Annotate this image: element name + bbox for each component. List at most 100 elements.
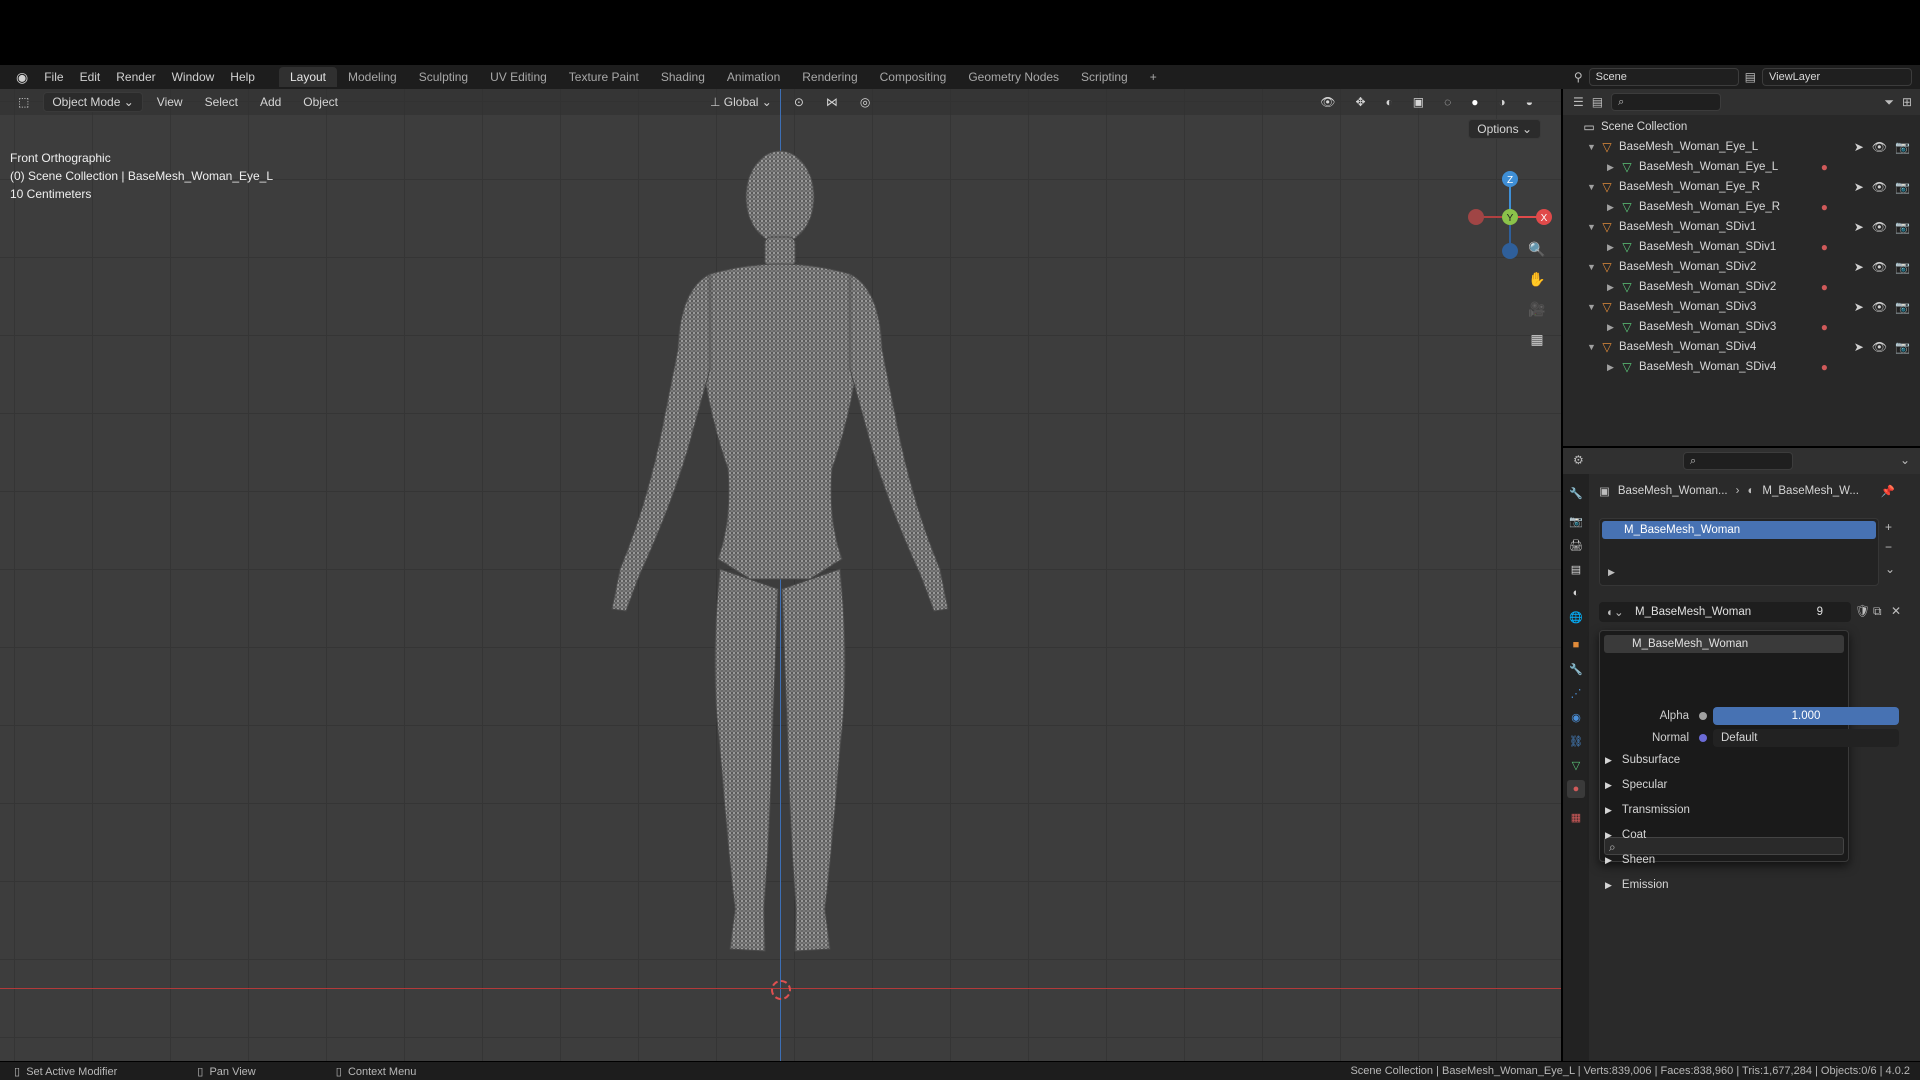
expand-arrow-icon[interactable]: ▶ bbox=[1607, 362, 1619, 373]
tab-scripting[interactable]: Scripting bbox=[1070, 67, 1139, 87]
camera-render-icon[interactable]: 📷 bbox=[1895, 180, 1910, 194]
material-shading-icon[interactable]: ◑ bbox=[1491, 92, 1514, 112]
overlay-toggle-icon[interactable]: ◐ bbox=[1378, 92, 1401, 112]
material-icon[interactable]: ● bbox=[1821, 200, 1828, 214]
material-datablock[interactable]: ◐⌄ M_BaseMesh_Woman 9 bbox=[1599, 602, 1851, 622]
modifier-tab-icon[interactable]: 🔧 bbox=[1567, 660, 1585, 678]
proportional-edit-icon[interactable]: ◎ bbox=[852, 92, 878, 112]
expand-arrow-icon[interactable]: ▶ bbox=[1607, 322, 1619, 333]
grid-view-icon[interactable]: ▦ bbox=[1525, 327, 1549, 351]
camera-render-icon[interactable]: 📷 bbox=[1895, 300, 1910, 314]
camera-render-icon[interactable]: 📷 bbox=[1895, 340, 1910, 354]
fake-user-icon[interactable]: 🛡 bbox=[1855, 604, 1870, 618]
outliner-object-row[interactable]: ▼ ▽ BaseMesh_Woman_Eye_L ➤ 👁 📷 bbox=[1563, 137, 1920, 157]
tab-sculpting[interactable]: Sculpting bbox=[408, 67, 479, 87]
slot-menu-icon[interactable]: ⌄ bbox=[1885, 562, 1895, 576]
blender-logo-icon[interactable]: ◉ bbox=[8, 69, 36, 86]
tab-texture-paint[interactable]: Texture Paint bbox=[558, 67, 650, 87]
material-icon[interactable]: ● bbox=[1821, 280, 1828, 294]
tab-uv-editing[interactable]: UV Editing bbox=[479, 67, 558, 87]
gizmo-toggle-icon[interactable]: ✥ bbox=[1347, 92, 1373, 112]
scene-collection-row[interactable]: ▭ Scene Collection bbox=[1563, 117, 1920, 137]
display-mode-icon[interactable]: ▤ bbox=[1592, 95, 1603, 109]
scene-field[interactable]: Scene bbox=[1588, 68, 1739, 86]
outliner-mesh-row[interactable]: ▶ ▽ BaseMesh_Woman_Eye_L ● bbox=[1563, 157, 1920, 177]
collapse-arrow-icon[interactable]: ▼ bbox=[1587, 142, 1599, 152]
xray-icon[interactable]: ▣ bbox=[1405, 92, 1432, 112]
menu-file[interactable]: File bbox=[36, 70, 71, 84]
camera-render-icon[interactable]: 📷 bbox=[1895, 220, 1910, 234]
mesh-data-tab-icon[interactable]: ▽ bbox=[1567, 756, 1585, 774]
mode-dropdown[interactable]: Object Mode ⌄ bbox=[43, 92, 143, 112]
zoom-icon[interactable]: 🔍 bbox=[1525, 237, 1549, 261]
expand-arrow-icon[interactable]: ▶ bbox=[1607, 242, 1619, 253]
normal-field[interactable]: Default bbox=[1713, 729, 1899, 747]
section-sheen[interactable]: ▶ Sheen bbox=[1605, 854, 1655, 866]
options-dropdown[interactable]: Options ⌄ bbox=[1468, 119, 1541, 139]
visibility-icon[interactable]: 👁 bbox=[1312, 92, 1343, 112]
select-icon[interactable]: ➤ bbox=[1854, 260, 1864, 274]
menu-edit[interactable]: Edit bbox=[72, 70, 109, 84]
alpha-slider[interactable]: 1.000 bbox=[1713, 707, 1899, 725]
eye-icon[interactable]: 👁 bbox=[1872, 220, 1887, 234]
tab-geometry-nodes[interactable]: Geometry Nodes bbox=[957, 67, 1070, 87]
tab-shading[interactable]: Shading bbox=[650, 67, 716, 87]
menu-object[interactable]: Object bbox=[295, 92, 346, 112]
3d-viewport[interactable]: ⬚ Object Mode ⌄ View Select Add Object ⊥… bbox=[0, 89, 1561, 1061]
outliner-mesh-row[interactable]: ▶ ▽ BaseMesh_Woman_Eye_R ● bbox=[1563, 197, 1920, 217]
camera-render-icon[interactable]: 📷 bbox=[1895, 260, 1910, 274]
socket-icon[interactable] bbox=[1699, 734, 1707, 742]
eye-icon[interactable]: 👁 bbox=[1872, 260, 1887, 274]
tab-compositing[interactable]: Compositing bbox=[869, 67, 958, 87]
collapse-arrow-icon[interactable]: ▼ bbox=[1587, 222, 1599, 232]
section-coat[interactable]: ▶ Coat bbox=[1605, 829, 1646, 841]
collapse-arrow-icon[interactable]: ▼ bbox=[1587, 182, 1599, 192]
add-slot-icon[interactable]: + bbox=[1885, 520, 1892, 534]
tab-layout[interactable]: Layout bbox=[278, 67, 338, 87]
tab-rendering[interactable]: Rendering bbox=[791, 67, 868, 87]
pivot-icon[interactable]: ⊙ bbox=[786, 92, 812, 112]
object-tab-icon[interactable]: ■ bbox=[1567, 636, 1585, 654]
add-workspace-icon[interactable]: + bbox=[1139, 67, 1168, 87]
texture-tab-icon[interactable]: ▦ bbox=[1567, 808, 1585, 826]
section-subsurface[interactable]: ▶ Subsurface bbox=[1605, 754, 1680, 766]
menu-window[interactable]: Window bbox=[164, 70, 223, 84]
expand-arrow-icon[interactable]: ▶ bbox=[1607, 202, 1619, 213]
material-icon[interactable]: ● bbox=[1821, 240, 1828, 254]
outliner-object-row[interactable]: ▼ ▽ BaseMesh_Woman_Eye_R ➤ 👁 📷 bbox=[1563, 177, 1920, 197]
socket-icon[interactable] bbox=[1699, 712, 1707, 720]
section-transmission[interactable]: ▶ Transmission bbox=[1605, 804, 1690, 816]
expand-arrow-icon[interactable]: ▶ bbox=[1608, 567, 1615, 578]
material-icon[interactable]: ● bbox=[1821, 160, 1828, 174]
constraints-tab-icon[interactable]: ⛓ bbox=[1567, 732, 1585, 750]
view-layer-tab-icon[interactable]: ▤ bbox=[1567, 560, 1585, 578]
rendered-shading-icon[interactable]: ◒ bbox=[1518, 92, 1541, 112]
material-slot-list[interactable]: M_BaseMesh_Woman ▶ bbox=[1599, 518, 1879, 586]
properties-search[interactable]: ⌕ bbox=[1683, 452, 1793, 470]
outliner-object-row[interactable]: ▼ ▽ BaseMesh_Woman_SDiv1 ➤ 👁 📷 bbox=[1563, 217, 1920, 237]
pin-icon[interactable]: 📌 bbox=[1881, 484, 1895, 498]
section-specular[interactable]: ▶ Specular bbox=[1605, 779, 1667, 791]
expand-arrow-icon[interactable]: ▶ bbox=[1607, 282, 1619, 293]
tab-modeling[interactable]: Modeling bbox=[337, 67, 408, 87]
scene-tab-icon[interactable]: ◐ bbox=[1567, 584, 1585, 602]
select-icon[interactable]: ➤ bbox=[1854, 180, 1864, 194]
outliner-editor-icon[interactable]: ☰ bbox=[1573, 95, 1584, 109]
filter-icon[interactable]: ⏷ bbox=[1884, 95, 1894, 110]
remove-slot-icon[interactable]: − bbox=[1885, 540, 1892, 554]
outliner-object-row[interactable]: ▼ ▽ BaseMesh_Woman_SDiv4 ➤ 👁 📷 bbox=[1563, 337, 1920, 357]
3d-cursor[interactable] bbox=[771, 980, 791, 1000]
woman-base-mesh-model[interactable] bbox=[560, 149, 1000, 989]
eye-icon[interactable]: 👁 bbox=[1872, 180, 1887, 194]
unlink-icon[interactable]: ✕ bbox=[1891, 604, 1901, 618]
view-layer-field[interactable]: ViewLayer bbox=[1762, 68, 1912, 86]
transform-orientation-dropdown[interactable]: ⊥ Global ⌄ bbox=[702, 92, 780, 112]
snap-icon[interactable]: ⋈ bbox=[818, 92, 846, 112]
menu-render[interactable]: Render bbox=[108, 70, 163, 84]
select-icon[interactable]: ➤ bbox=[1854, 140, 1864, 154]
menu-view[interactable]: View bbox=[149, 92, 191, 112]
properties-editor-icon[interactable]: ⚙ bbox=[1573, 453, 1584, 467]
properties-options-icon[interactable]: ⌄ bbox=[1900, 453, 1910, 467]
world-tab-icon[interactable]: 🌐 bbox=[1567, 608, 1585, 626]
select-icon[interactable]: ➤ bbox=[1854, 340, 1864, 354]
